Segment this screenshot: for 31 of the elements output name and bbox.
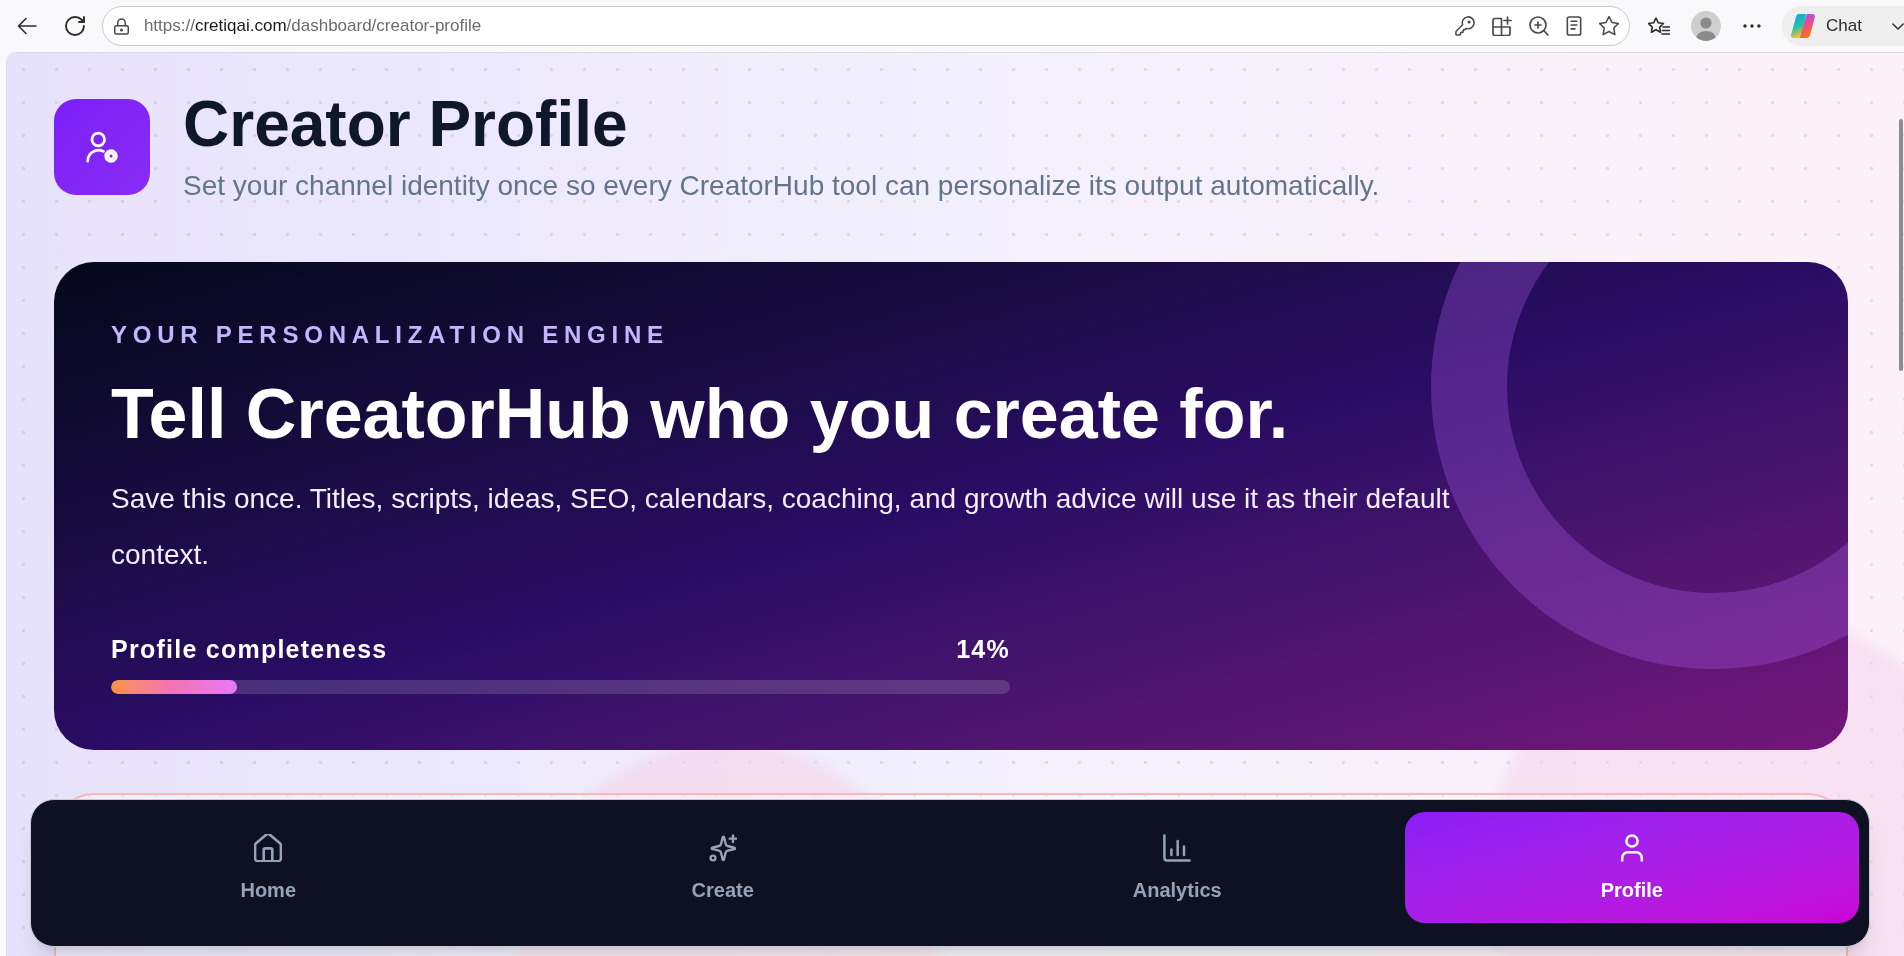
back-icon[interactable] [17, 17, 37, 35]
zoom-in-icon[interactable] [1529, 16, 1550, 36]
favorites-list-icon[interactable] [1648, 16, 1671, 36]
reload-icon[interactable] [64, 16, 85, 36]
page-subtitle: Set your channel identity once so every CreatorHub tool can personalize its output automatically. [183, 170, 1380, 202]
reader-icon[interactable] [1566, 16, 1583, 36]
bar-chart-icon [1163, 833, 1192, 862]
section-label: YOUR PERSONALIZATION ENGINE [111, 320, 670, 350]
nav-tab[interactable]: Home [41, 812, 496, 923]
address-bar[interactable]: https://cretiqai.com/dashboard/creator-profile [101, 6, 1631, 46]
nav-tab[interactable]: Analytics [950, 812, 1405, 923]
house-icon [254, 833, 283, 862]
nav-tab[interactable]: Profile [1404, 812, 1859, 923]
progress-label: Profile completeness [111, 634, 388, 665]
scrollbar-thumb[interactable] [1899, 119, 1903, 371]
star-icon[interactable] [1599, 16, 1620, 36]
page-title: Creator Profile [183, 92, 629, 156]
sparkles-icon [708, 833, 737, 862]
chat-button[interactable]: Chat [1782, 6, 1904, 46]
user-gear-icon [54, 99, 150, 195]
progress-percentage: 14% [956, 634, 1010, 665]
key-icon[interactable] [1455, 16, 1476, 36]
more-options-icon[interactable] [1743, 24, 1762, 28]
chevron-down-icon[interactable] [1892, 22, 1904, 30]
avatar-icon[interactable] [1691, 11, 1722, 41]
url-text[interactable]: https://cretiqai.com/dashboard/creator-profile [143, 15, 482, 37]
app-grid-plus-icon[interactable] [1492, 16, 1513, 36]
logo-icon [1790, 13, 1817, 39]
lock-icon[interactable] [113, 17, 129, 35]
hero-description: Save this once. Titles, scripts, ideas, SEO, calendars, coaching, and growth advice will use it as their default context. [111, 482, 1451, 572]
nav-tab[interactable]: Create [495, 812, 950, 923]
